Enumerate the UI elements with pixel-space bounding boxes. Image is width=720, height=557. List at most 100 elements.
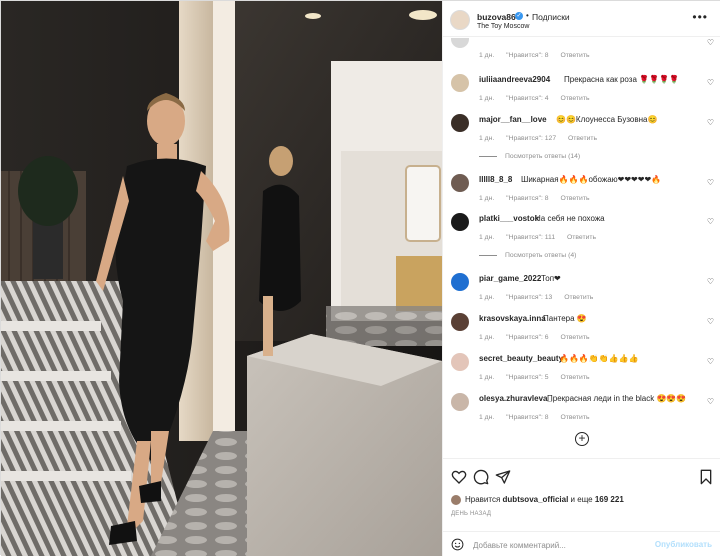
comment-like-icon[interactable]: ♡ — [707, 277, 714, 286]
comment-text: 😊😊Клоунесса Бузовна😊 — [556, 115, 658, 124]
commenter-username[interactable]: olesya.zhuravleva_ — [479, 394, 552, 403]
commenter-username[interactable]: piar_game_2022 — [479, 274, 541, 283]
comment-meta: 1 дн. "Нравится": 8 Ответить — [479, 195, 600, 202]
comment-meta: 1 дн. "Нравится": 8 Ответить — [479, 52, 600, 59]
reply-button[interactable]: Ответить — [560, 195, 589, 202]
reply-button[interactable]: Ответить — [560, 52, 589, 59]
reply-button[interactable]: Ответить — [568, 135, 597, 142]
comment-like-icon[interactable]: ♡ — [707, 397, 714, 406]
comment-likes[interactable]: "Нравится": 127 — [506, 135, 556, 142]
commenter-username[interactable]: secret_beauty_beauty — [479, 354, 563, 363]
view-replies-button[interactable]: Посмотреть ответы (4) — [479, 252, 576, 259]
post-photo[interactable] — [1, 1, 442, 556]
comment-text: 🔥🔥🔥👏👏👍👍👍 — [559, 354, 639, 363]
comment-time: 1 дн. — [479, 334, 495, 341]
commenter-avatar[interactable] — [451, 174, 469, 192]
add-comment-bar: Опубликовать — [443, 531, 720, 557]
comment-input[interactable] — [473, 539, 653, 551]
separator-dot: • — [526, 11, 529, 20]
comment-likes[interactable]: "Нравится": 8 — [506, 52, 548, 59]
comment-time: 1 дн. — [479, 135, 495, 142]
comment-meta: 1 дн. "Нравится": 8 Ответить — [479, 414, 600, 421]
following-button[interactable]: Подписки — [532, 12, 570, 22]
post-sidebar: buzova86 ✓ • Подписки The Toy Moscow •••… — [442, 1, 720, 556]
liked-by-summary: Нравится dubtsova_official и еще 169 221 — [451, 495, 624, 505]
commenter-avatar[interactable] — [451, 38, 469, 48]
commenter-avatar[interactable] — [451, 313, 469, 331]
reply-button[interactable]: Ответить — [560, 414, 589, 421]
comment-time: 1 дн. — [479, 52, 495, 59]
comment-time: 1 дн. — [479, 195, 495, 202]
author-username[interactable]: buzova86 — [477, 12, 516, 22]
commenter-avatar[interactable] — [451, 114, 469, 132]
commenter-avatar[interactable] — [451, 393, 469, 411]
plus-circle-icon[interactable]: + — [575, 432, 589, 446]
commenter-username[interactable]: lllll8_8_8 — [479, 175, 512, 184]
comment-likes[interactable]: "Нравится": 13 — [506, 294, 552, 301]
comment-text: Шикарная🔥🔥🔥обожаю❤❤❤❤❤🔥 — [521, 175, 662, 184]
comment-like-icon[interactable]: ♡ — [707, 178, 714, 187]
comment-time: 1 дн. — [479, 374, 495, 381]
liked-by-prefix: Нравится — [465, 495, 503, 505]
reply-button[interactable]: Ответить — [560, 95, 589, 102]
heart-icon[interactable] — [451, 469, 467, 485]
comment-meta: 1 дн. "Нравится": 111 Ответить — [479, 234, 606, 241]
share-icon[interactable] — [495, 469, 511, 485]
author-avatar[interactable] — [450, 10, 470, 30]
comment-text: Прекрасная леди in the black 😍😍😍 — [547, 394, 687, 403]
commenter-avatar[interactable] — [451, 74, 469, 92]
location-link[interactable]: The Toy Moscow — [477, 23, 529, 30]
commenter-username[interactable]: platki___vostok — [479, 214, 539, 223]
comment-text: Прекрасна как роза 🌹🌹🌹🌹 — [564, 75, 679, 84]
comment-time: 1 дн. — [479, 294, 495, 301]
comment-likes[interactable]: "Нравится": 5 — [506, 374, 548, 381]
commenter-avatar[interactable] — [451, 213, 469, 231]
photo-illustration — [1, 1, 442, 556]
liked-by-count[interactable]: 169 221 — [595, 495, 624, 504]
comment-time: 1 дн. — [479, 414, 495, 421]
comment-like-icon[interactable]: ♡ — [707, 217, 714, 226]
liker-avatar[interactable] — [451, 495, 461, 505]
commenter-username[interactable]: iuliiaandreeva2904 — [479, 75, 550, 84]
more-horizontal-icon[interactable]: ••• — [692, 10, 708, 24]
comment-like-icon[interactable]: ♡ — [707, 317, 714, 326]
comment-like-icon[interactable]: ♡ — [707, 357, 714, 366]
post-modal: buzova86 ✓ • Подписки The Toy Moscow •••… — [0, 0, 720, 556]
comment-meta: 1 дн. "Нравится": 5 Ответить — [479, 374, 600, 381]
comment-icon[interactable] — [473, 469, 489, 485]
comment-meta: 1 дн. "Нравится": 127 Ответить — [479, 135, 607, 142]
comment-likes[interactable]: "Нравится": 4 — [506, 95, 548, 102]
liked-by-user[interactable]: dubtsova_official — [503, 495, 569, 504]
comment-like-icon[interactable]: ♡ — [707, 38, 714, 47]
comment-meta: 1 дн. "Нравится": 13 Ответить — [479, 294, 603, 301]
reply-button[interactable]: Ответить — [567, 234, 596, 241]
comment-meta: 1 дн. "Нравится": 4 Ответить — [479, 95, 600, 102]
comment-time: 1 дн. — [479, 95, 495, 102]
post-timestamp[interactable]: ДЕНЬ НАЗАД — [451, 511, 491, 517]
comment-text: На себя не похожа — [535, 214, 605, 223]
commenter-username[interactable]: krasovskaya.inna — [479, 314, 546, 323]
post-comment-button[interactable]: Опубликовать — [655, 540, 712, 549]
commenter-username[interactable]: major__fan__love — [479, 115, 547, 124]
comment-likes[interactable]: "Нравится": 6 — [506, 334, 548, 341]
reply-button[interactable]: Ответить — [560, 374, 589, 381]
emoji-icon[interactable] — [451, 538, 464, 551]
view-replies-button[interactable]: Посмотреть ответы (14) — [479, 153, 580, 160]
comment-like-icon[interactable]: ♡ — [707, 118, 714, 127]
post-header: buzova86 ✓ • Подписки The Toy Moscow ••• — [443, 1, 720, 37]
comment-like-icon[interactable]: ♡ — [707, 78, 714, 87]
commenter-avatar[interactable] — [451, 273, 469, 291]
commenter-avatar[interactable] — [451, 353, 469, 371]
comment-likes[interactable]: "Нравится": 8 — [506, 195, 548, 202]
comment-time: 1 дн. — [479, 234, 495, 241]
reply-button[interactable]: Ответить — [560, 334, 589, 341]
comment-likes[interactable]: "Нравится": 8 — [506, 414, 548, 421]
comments-list[interactable]: 1 дн. "Нравится": 8 Ответить ♡ iuliiaand… — [443, 38, 720, 458]
bookmark-icon[interactable] — [698, 469, 714, 485]
comment-text: Пантера 😍 — [543, 314, 587, 323]
liked-by-mid: и еще — [568, 495, 595, 505]
verified-badge-icon: ✓ — [515, 12, 523, 20]
reply-button[interactable]: Ответить — [564, 294, 593, 301]
comment-text: Топ❤ — [541, 274, 561, 283]
comment-likes[interactable]: "Нравится": 111 — [506, 234, 555, 241]
